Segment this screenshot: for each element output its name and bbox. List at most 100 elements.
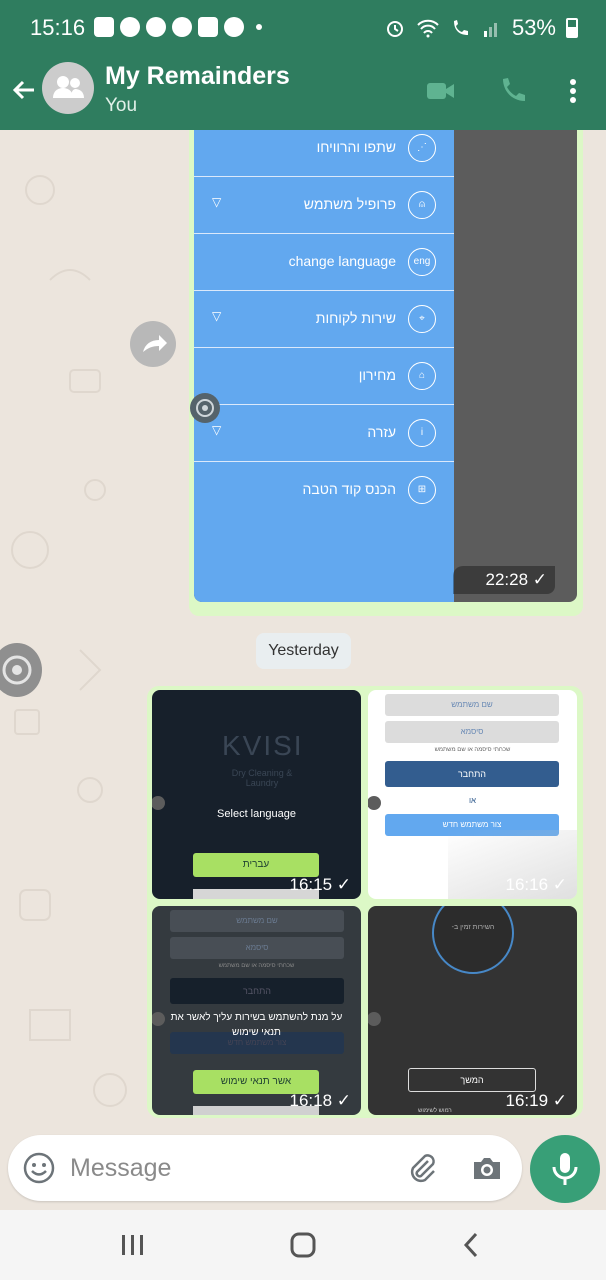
- username-field: שם משתמש: [170, 910, 344, 932]
- menu-item-help: ▽ עזרה i: [194, 405, 454, 462]
- composer-bar: [0, 1135, 606, 1210]
- menu-item-label: עזרה: [367, 424, 396, 440]
- back-icon[interactable]: [452, 1228, 492, 1262]
- user-icon: ⍝: [408, 191, 436, 219]
- shutter-icon: [368, 796, 381, 810]
- terms-line-2: תנאי שימוש: [232, 1027, 281, 1038]
- message-bubble-image[interactable]: שתפו והרוויחו ⋰ ▽ פרופיל משתמש ⍝ change …: [189, 130, 583, 616]
- menu-item-label: פרופיל משתמש: [303, 196, 396, 212]
- image-time: 16:18 ✓: [289, 1091, 351, 1110]
- location-icon: ⌖: [408, 305, 436, 333]
- terms-link: רמוש לשימוש: [418, 1108, 452, 1114]
- hebrew-button: עברית: [193, 853, 319, 877]
- menu-item-label: change language: [288, 253, 396, 269]
- username-field: שם משתמש: [385, 694, 559, 716]
- battery-icon: [566, 18, 578, 38]
- notification-icons: [94, 17, 262, 37]
- menu-item-label: הכנס קוד הטבה: [302, 481, 396, 497]
- account-icon: [224, 17, 244, 37]
- or-label: או: [468, 796, 477, 805]
- phone-icon[interactable]: [496, 74, 530, 108]
- menu-item-label: מחירון: [358, 367, 396, 383]
- gift-icon: ⊞: [408, 476, 436, 504]
- gallery-image-2[interactable]: שם משתמש סיסמא שכחתי סיסמה או שם משתמש ה…: [368, 690, 577, 899]
- message-time-text: 22:28: [485, 570, 529, 589]
- kvisi-logo-subtitle: Dry Cleaning & Laundry: [231, 768, 293, 788]
- gallery-image-4[interactable]: השירות זמין ב- המשך רמוש לשימוש 16:19 ✓: [368, 906, 577, 1115]
- circle-badge: [432, 906, 514, 974]
- menu-item-label: שתפו והרוויחו: [316, 139, 396, 155]
- back-arrow-icon[interactable]: [8, 74, 40, 106]
- system-nav-bar: [0, 1210, 606, 1280]
- chevron-down-icon: ▽: [212, 195, 222, 209]
- facebook-icon: [172, 17, 192, 37]
- status-time: 15:16: [30, 15, 86, 40]
- image-time: 16:19 ✓: [505, 1091, 567, 1110]
- shutter-icon: [196, 399, 214, 417]
- menu-item-label: שירות לקוחות: [315, 310, 396, 326]
- facebook-icon: [146, 17, 166, 37]
- shutter-icon: [2, 655, 32, 685]
- alarm-icon: [386, 21, 403, 37]
- screenshot-menu-image[interactable]: שתפו והרוויחו ⋰ ▽ פרופיל משתמש ⍝ change …: [194, 130, 577, 602]
- chat-subtitle: You: [105, 95, 138, 116]
- recents-icon[interactable]: [113, 1228, 153, 1262]
- top-bar: 15:16 53% My Remainders You: [0, 0, 606, 130]
- image-time-text: 16:19: [505, 1091, 549, 1110]
- shutter-icon: [368, 1012, 381, 1026]
- circle-badge-text: השירות זמין ב-: [451, 924, 495, 931]
- image-time: 16:16 ✓: [505, 875, 567, 894]
- mic-button[interactable]: [530, 1135, 600, 1203]
- share-icon: ⋰: [408, 134, 436, 162]
- status-bar: 15:16 53%: [0, 0, 606, 56]
- terms-notice: על מנת להשתמש בשירות עליך לאשר את תנאי ש…: [166, 1010, 347, 1040]
- forward-button[interactable]: [130, 321, 176, 367]
- shutter-icon: [152, 1012, 165, 1026]
- image-time: 16:15 ✓: [289, 875, 351, 894]
- mic-icon: [552, 1153, 578, 1185]
- group-avatar[interactable]: [42, 62, 94, 114]
- attach-icon[interactable]: [404, 1149, 440, 1185]
- more-vert-icon[interactable]: [556, 74, 590, 108]
- camera-shutter-side-icon: [0, 643, 42, 697]
- battery-percent: 53%: [511, 15, 556, 40]
- forward-icon: [143, 335, 167, 352]
- select-language-label: Select language: [217, 808, 296, 820]
- wifi-call-icon: [453, 20, 468, 35]
- message-time: 22:28 ✓: [453, 566, 555, 594]
- tag-icon: ⌂: [408, 362, 436, 390]
- more-notifications-dot: [256, 24, 262, 30]
- home-icon[interactable]: [283, 1228, 323, 1262]
- image-time-text: 16:15: [289, 875, 333, 894]
- menu-item-language: change language eng: [194, 234, 454, 291]
- image-time-text: 16:16: [505, 875, 549, 894]
- chat-title-block[interactable]: My Remainders You: [105, 62, 290, 117]
- menu-item-customer-service: ▽ שירות לקוחות ⌖: [194, 291, 454, 348]
- group-avatar-icon: [53, 76, 84, 98]
- menu-item-share: שתפו והרוויחו ⋰: [194, 130, 454, 177]
- chat-area[interactable]: שתפו והרוויחו ⋰ ▽ פרופיל משתמש ⍝ change …: [0, 130, 606, 1135]
- kvisi-logo: KVISI: [222, 730, 304, 761]
- menu-item-promo-code: הכנס קוד הטבה ⊞: [194, 462, 454, 519]
- menu-item-profile: ▽ פרופיל משתמש ⍝: [194, 177, 454, 234]
- camera-icon[interactable]: [470, 1151, 504, 1185]
- video-call-icon[interactable]: [424, 74, 458, 108]
- date-divider: Yesterday: [256, 633, 351, 669]
- login-button: התחבר: [385, 761, 559, 787]
- menu-item-pricing: מחירון ⌂: [194, 348, 454, 405]
- youtube-icon: [198, 17, 218, 37]
- terms-line-1: על מנת להשתמש בשירות עליך לאשר את: [170, 1012, 343, 1023]
- gallery-image-1[interactable]: KVISI Dry Cleaning & Laundry Select lang…: [152, 690, 361, 899]
- message-bubble-gallery[interactable]: KVISI Dry Cleaning & Laundry Select lang…: [147, 686, 583, 1118]
- message-input-container[interactable]: [8, 1135, 522, 1201]
- message-input[interactable]: [70, 1147, 390, 1189]
- emoji-icon[interactable]: [22, 1151, 56, 1185]
- chevron-down-icon: ▽: [212, 309, 222, 323]
- skype-icon: [120, 17, 140, 37]
- gallery-image-3[interactable]: שם משתמש סיסמא שכחתי סיסמה או שם משתמש ה…: [152, 906, 361, 1115]
- info-icon: i: [408, 419, 436, 447]
- forgot-link: שכחתי סיסמה או שם משתמש: [434, 747, 511, 753]
- login-button: התחבר: [170, 978, 344, 1004]
- continue-button: המשך: [408, 1068, 536, 1092]
- system-icons: 53%: [384, 15, 578, 41]
